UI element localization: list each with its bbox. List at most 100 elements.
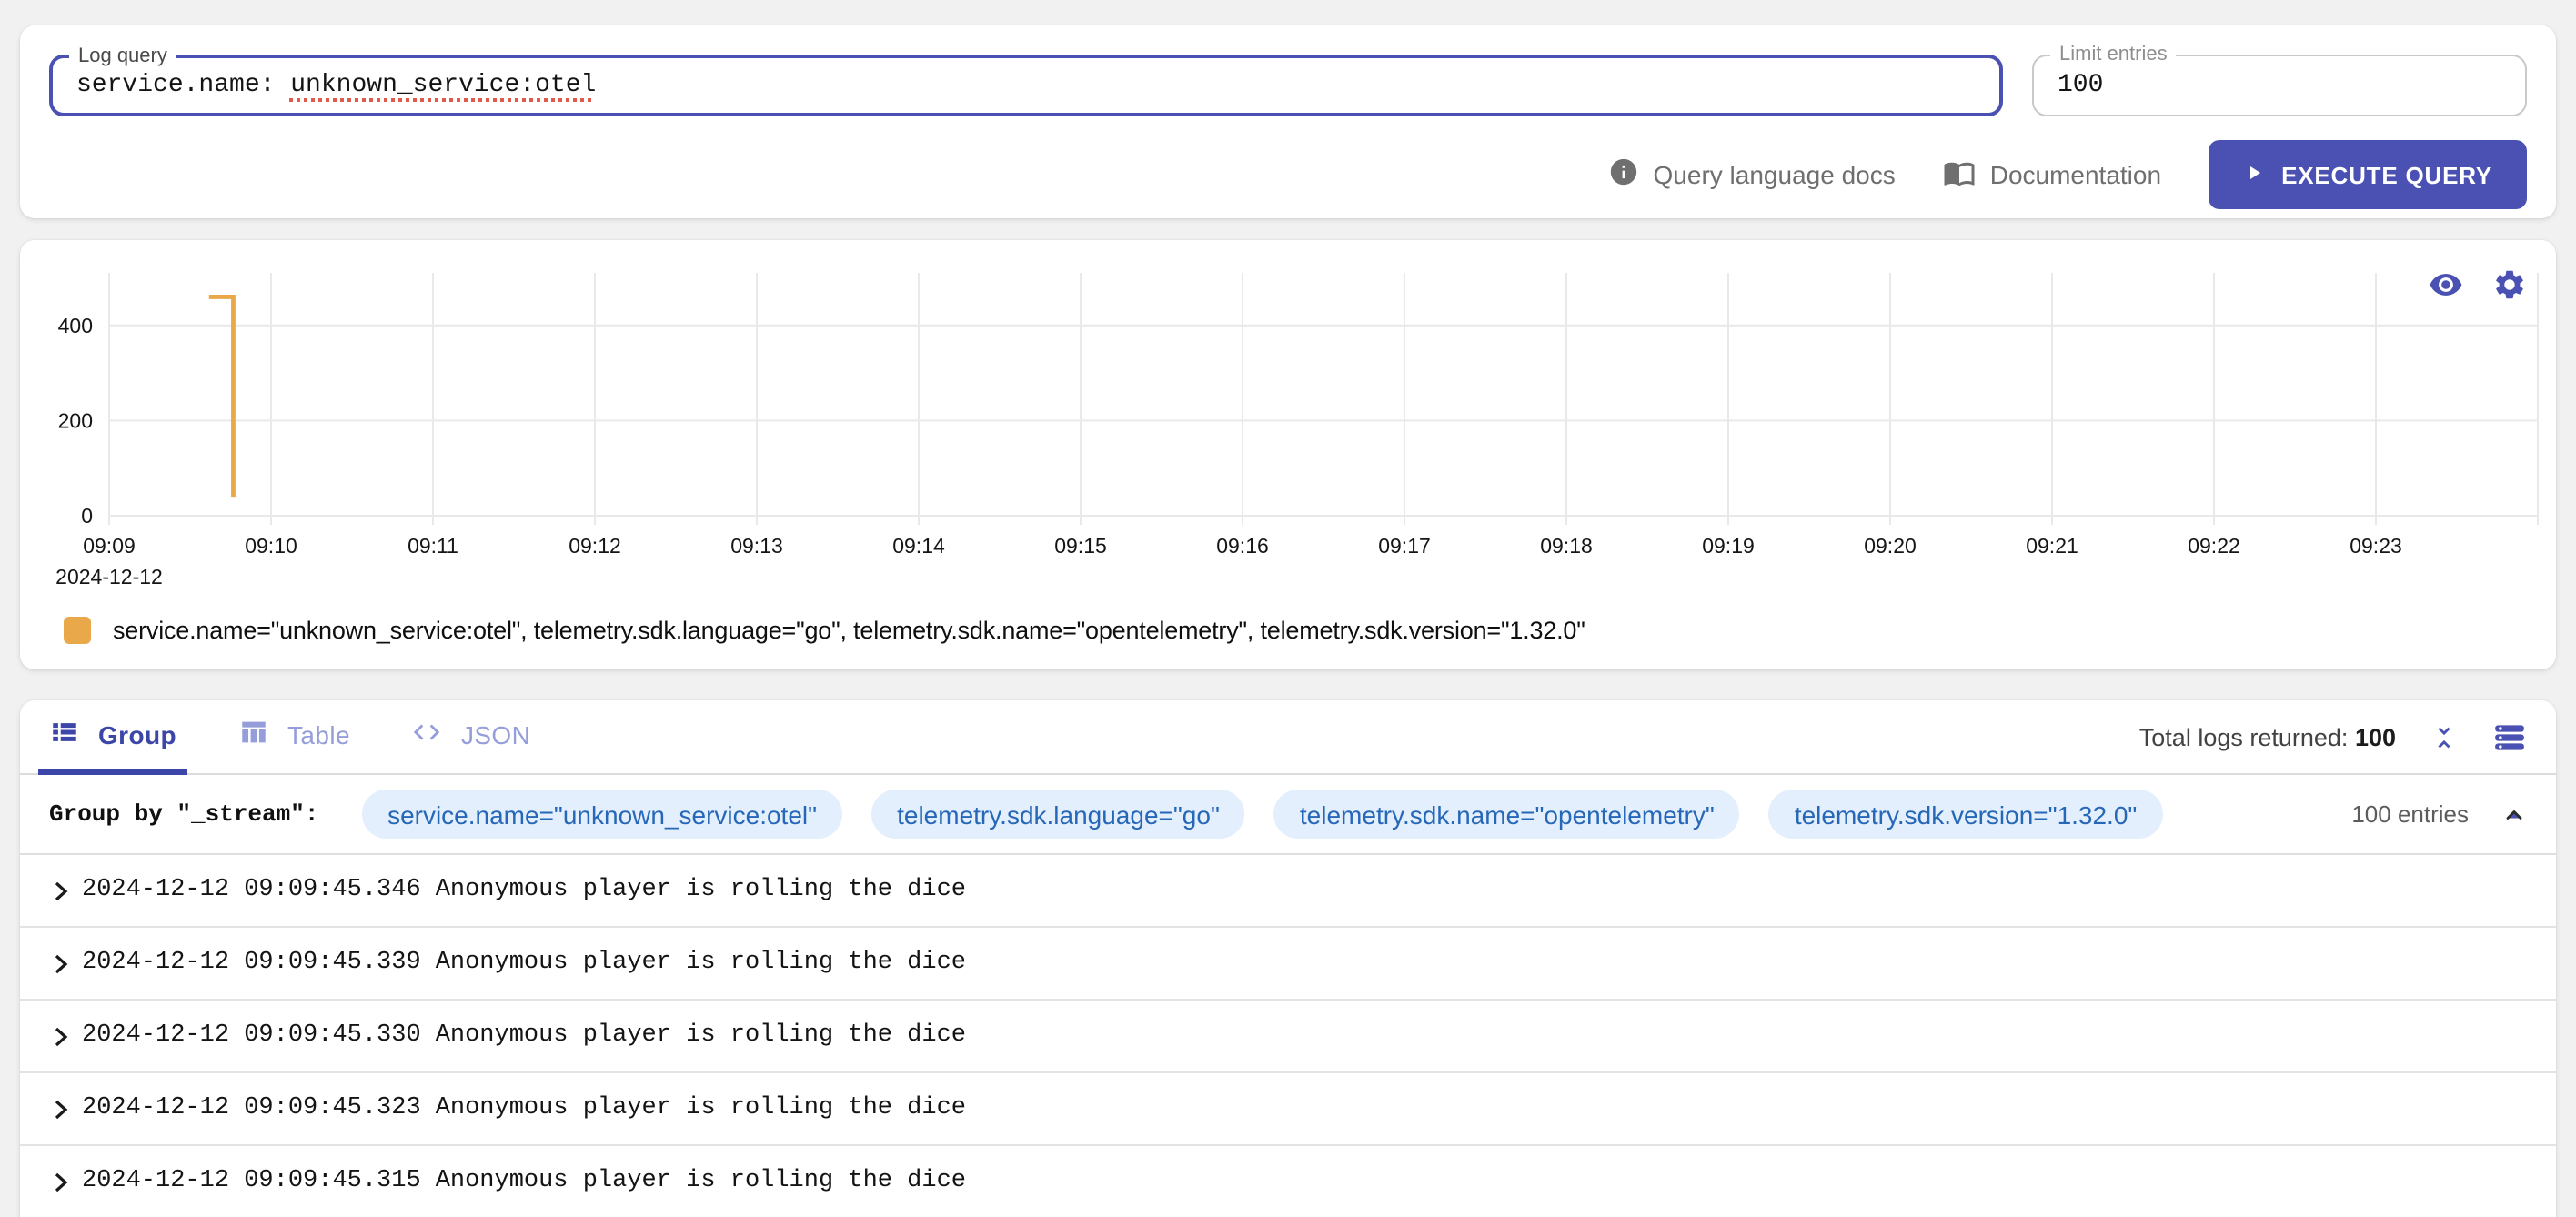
group-by-label: Group by "_stream": (49, 800, 334, 828)
svg-text:09:15: 09:15 (1054, 534, 1107, 558)
svg-text:09:17: 09:17 (1378, 534, 1431, 558)
stream-chip[interactable]: service.name="unknown_service:otel" (362, 790, 843, 839)
expand-row-icon (55, 1026, 68, 1046)
display-settings-button[interactable] (2492, 719, 2527, 754)
svg-text:09:18: 09:18 (1540, 534, 1593, 558)
query-actions-row: Query language docs Documentation EXECUT… (49, 140, 2527, 209)
log-timestamp: 2024-12-12 09:09:45.346 (82, 877, 421, 904)
victorialogs-ui: Log query service.name: unknown_service:… (0, 0, 2576, 1217)
svg-text:09:10: 09:10 (245, 534, 297, 558)
log-query-value: service.name: unknown_service:otel (76, 71, 597, 100)
log-entry-text: 2024-12-12 09:09:45.330 Anonymous player … (82, 1022, 966, 1050)
log-query-input[interactable]: Log query service.name: unknown_service:… (49, 44, 2003, 116)
log-row[interactable]: 2024-12-12 09:09:45.330 Anonymous player … (20, 1001, 2556, 1073)
limit-entries-value: 100 (2058, 71, 2104, 100)
log-query-label: Log query (69, 44, 176, 69)
query-language-docs-link[interactable]: Query language docs (1608, 156, 1896, 193)
svg-text:2024-12-12: 2024-12-12 (55, 565, 163, 588)
log-message: Anonymous player is rolling the dice (435, 950, 966, 977)
collapse-group-button[interactable] (2501, 801, 2527, 827)
log-entry-text: 2024-12-12 09:09:45.315 Anonymous player … (82, 1168, 966, 1195)
toggle-visibility-button[interactable] (2429, 267, 2463, 302)
log-row[interactable]: 2024-12-12 09:09:45.323 Anonymous player … (20, 1073, 2556, 1146)
chart-actions (2429, 267, 2527, 302)
entries-count: 100 entries (2351, 800, 2469, 828)
log-timestamp: 2024-12-12 09:09:45.323 (82, 1095, 421, 1122)
group-header: Group by "_stream": service.name="unknow… (20, 775, 2556, 855)
group-view-icon (49, 717, 80, 753)
play-icon (2243, 161, 2265, 188)
log-entry-text: 2024-12-12 09:09:45.346 Anonymous player … (82, 877, 966, 904)
legend-swatch (64, 617, 91, 644)
log-entry-text: 2024-12-12 09:09:45.339 Anonymous player … (82, 950, 966, 977)
svg-text:09:14: 09:14 (892, 534, 945, 558)
tab-table[interactable]: Table (227, 701, 361, 774)
hits-chart: 0 200 400 09:09 09:10 09:11 09:12 09:13 09:14 09:… (55, 273, 2539, 588)
logs-toolbar: Total logs returned: 100 (2139, 719, 2556, 754)
svg-text:09:20: 09:20 (1864, 534, 1917, 558)
svg-text:09:19: 09:19 (1702, 534, 1755, 558)
svg-text:09:12: 09:12 (569, 534, 621, 558)
hits-chart-panel: 0 200 400 09:09 09:10 09:11 09:12 09:13 09:14 09:… (20, 240, 2556, 669)
svg-text:400: 400 (58, 314, 93, 337)
log-timestamp: 2024-12-12 09:09:45.339 (82, 950, 421, 977)
log-message: Anonymous player is rolling the dice (435, 877, 966, 904)
tab-json[interactable]: JSON (401, 701, 541, 774)
tab-group[interactable]: Group (38, 701, 187, 774)
chart-legend[interactable]: service.name="unknown_service:otel", tel… (64, 617, 1585, 644)
collapse-all-button[interactable] (2429, 721, 2460, 752)
log-rows: 2024-12-12 09:09:45.346 Anonymous player … (20, 855, 2556, 1217)
expand-row-icon (55, 1099, 68, 1119)
limit-entries-label: Limit entries (2050, 42, 2177, 67)
svg-text:09:16: 09:16 (1216, 534, 1269, 558)
execute-query-label: EXECUTE QUERY (2281, 161, 2492, 188)
log-query-misspelled-token: unknown_service:otel (290, 71, 597, 100)
expand-row-icon (55, 880, 68, 900)
eye-icon (2429, 274, 2463, 307)
log-timestamp: 2024-12-12 09:09:45.315 (82, 1168, 421, 1195)
expand-row-icon (55, 1172, 68, 1192)
query-language-docs-label: Query language docs (1653, 160, 1896, 189)
logs-panel: Group Table JSON Total logs returned: 10… (20, 700, 2556, 1217)
svg-text:200: 200 (58, 408, 93, 432)
documentation-label: Documentation (1989, 160, 2162, 189)
stream-chip[interactable]: telemetry.sdk.language="go" (871, 790, 1245, 839)
log-row[interactable]: 2024-12-12 09:09:45.339 Anonymous player … (20, 928, 2556, 1001)
log-timestamp: 2024-12-12 09:09:45.330 (82, 1022, 421, 1050)
documentation-link[interactable]: Documentation (1943, 156, 2161, 194)
table-view-icon (238, 717, 269, 753)
tab-table-label: Table (287, 720, 350, 749)
log-message: Anonymous player is rolling the dice (435, 1168, 966, 1195)
expand-row-icon (55, 953, 68, 973)
svg-text:09:11: 09:11 (408, 534, 458, 558)
chart-settings-button[interactable] (2492, 267, 2527, 302)
svg-text:09:09: 09:09 (83, 534, 136, 558)
logs-view-tabs: Group Table JSON Total logs returned: 10… (20, 700, 2556, 775)
tab-group-label: Group (98, 720, 176, 749)
log-message: Anonymous player is rolling the dice (435, 1022, 966, 1050)
svg-text:09:13: 09:13 (730, 534, 783, 558)
book-icon (1943, 156, 1976, 194)
rows-list-icon (2492, 724, 2527, 759)
query-panel: Log query service.name: unknown_service:… (20, 25, 2556, 218)
legend-label: service.name="unknown_service:otel", tel… (113, 617, 1585, 644)
log-row[interactable]: 2024-12-12 09:09:45.315 Anonymous player … (20, 1146, 2556, 1217)
log-entry-text: 2024-12-12 09:09:45.323 Anonymous player … (82, 1095, 966, 1122)
svg-text:0: 0 (81, 504, 93, 528)
stream-chips: service.name="unknown_service:otel" telem… (362, 790, 2322, 839)
limit-entries-input[interactable]: Limit entries 100 (2032, 42, 2527, 116)
code-view-icon (412, 717, 443, 753)
total-logs-returned: Total logs returned: 100 (2138, 723, 2396, 750)
stream-chip[interactable]: telemetry.sdk.version="1.32.0" (1768, 790, 2163, 839)
execute-query-button[interactable]: EXECUTE QUERY (2209, 140, 2527, 209)
svg-text:09:23: 09:23 (2350, 534, 2402, 558)
stream-chip[interactable]: telemetry.sdk.name="opentelemetry" (1273, 790, 1740, 839)
info-icon (1608, 156, 1639, 193)
chevron-up-icon (2501, 805, 2527, 832)
unfold-less-icon (2429, 726, 2460, 758)
log-row[interactable]: 2024-12-12 09:09:45.346 Anonymous player … (20, 855, 2556, 928)
svg-text:09:22: 09:22 (2188, 534, 2240, 558)
svg-text:09:21: 09:21 (2026, 534, 2078, 558)
log-message: Anonymous player is rolling the dice (435, 1095, 966, 1122)
tab-json-label: JSON (460, 720, 531, 749)
